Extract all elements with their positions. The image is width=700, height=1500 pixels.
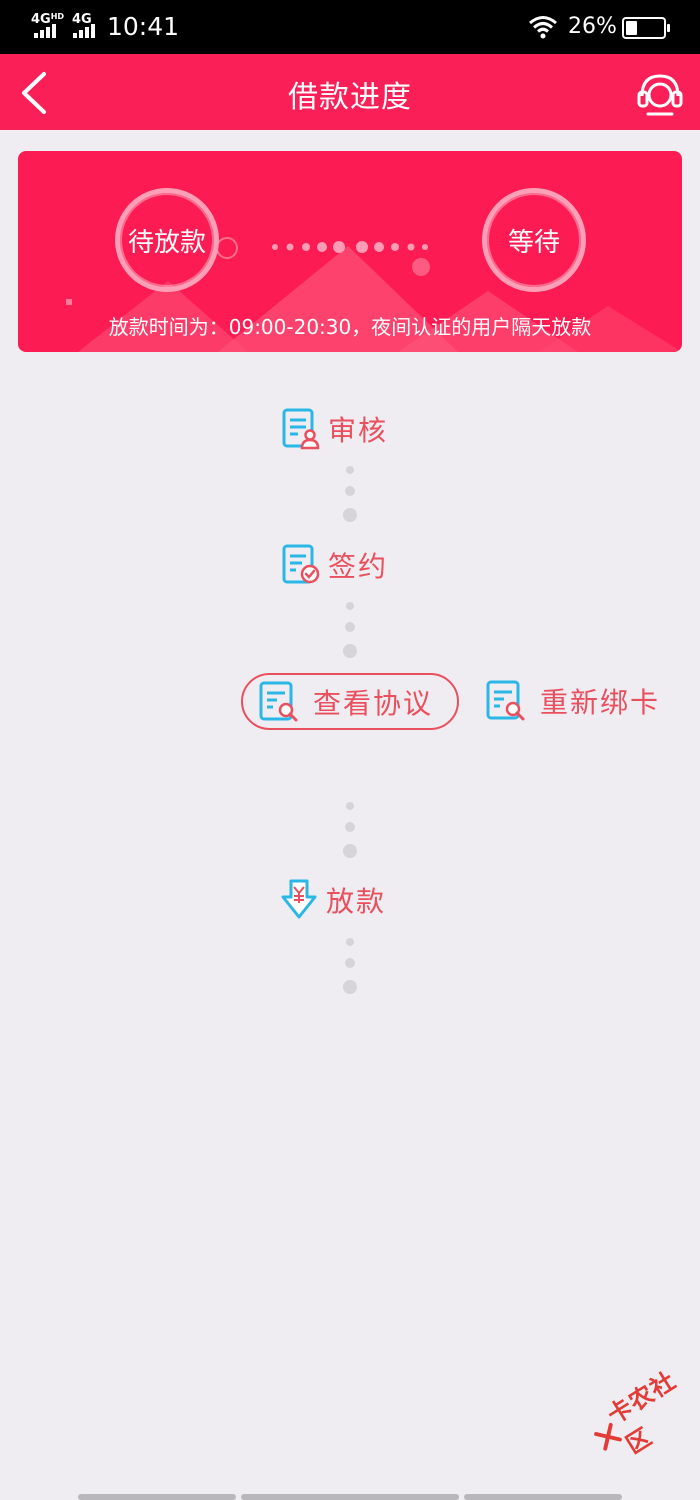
nav-gesture-bar (78, 1494, 236, 1500)
step-review: 审核 (282, 408, 388, 450)
battery-icon (622, 17, 670, 39)
nav-gesture-bar (464, 1494, 622, 1500)
disbursement-time-notice: 放款时间为：09:00-20:30，夜间认证的用户隔天放款 (108, 315, 592, 339)
step-review-label: 审核 (328, 414, 389, 447)
signal-bars-icon (73, 22, 99, 38)
rebind-card-label: 重新绑卡 (540, 686, 661, 719)
progress-banner: 待放款 等待 放款时间为：09:00-20:30，夜间认证的用户隔天放款 (18, 151, 682, 352)
signal-bars-icon (34, 22, 60, 38)
step-disburse: 放款 (280, 879, 386, 921)
status-bar: 4GHD 4G 10:41 26% (0, 0, 700, 54)
status-circle-waiting: 等待 (482, 188, 586, 292)
review-document-icon (282, 408, 320, 450)
step-connector-dots (343, 938, 357, 996)
step-connector-dots (343, 466, 357, 524)
wifi-icon (529, 16, 557, 39)
document-search-icon (486, 680, 525, 721)
step-sign-label: 签约 (328, 550, 389, 583)
nav-gesture-bar (241, 1494, 459, 1500)
view-agreement-label: 查看协议 (313, 686, 434, 720)
clock: 10:41 (107, 12, 180, 41)
yuan-download-icon (281, 879, 317, 919)
step-sign: 签约 (282, 544, 388, 586)
document-search-icon (259, 681, 298, 721)
nav-bar: 借款进度 (0, 54, 700, 130)
page-title: 借款进度 (288, 80, 412, 115)
step-disburse-label: 放款 (326, 885, 387, 918)
status-waiting-label: 等待 (507, 227, 560, 258)
status-pending-label: 待放款 (127, 227, 206, 258)
step-connector-dots (343, 802, 357, 860)
view-agreement-button[interactable]: 查看协议 (241, 673, 459, 730)
watermark: 卡农社区 (579, 1359, 700, 1472)
rebind-card-button[interactable]: 重新绑卡 (486, 680, 660, 722)
customer-service-headset-icon[interactable] (636, 70, 684, 118)
battery-percent: 26% (568, 14, 617, 39)
step-connector-dots (343, 602, 357, 660)
status-circle-pending: 待放款 (115, 188, 219, 292)
sign-document-check-icon (282, 544, 320, 584)
